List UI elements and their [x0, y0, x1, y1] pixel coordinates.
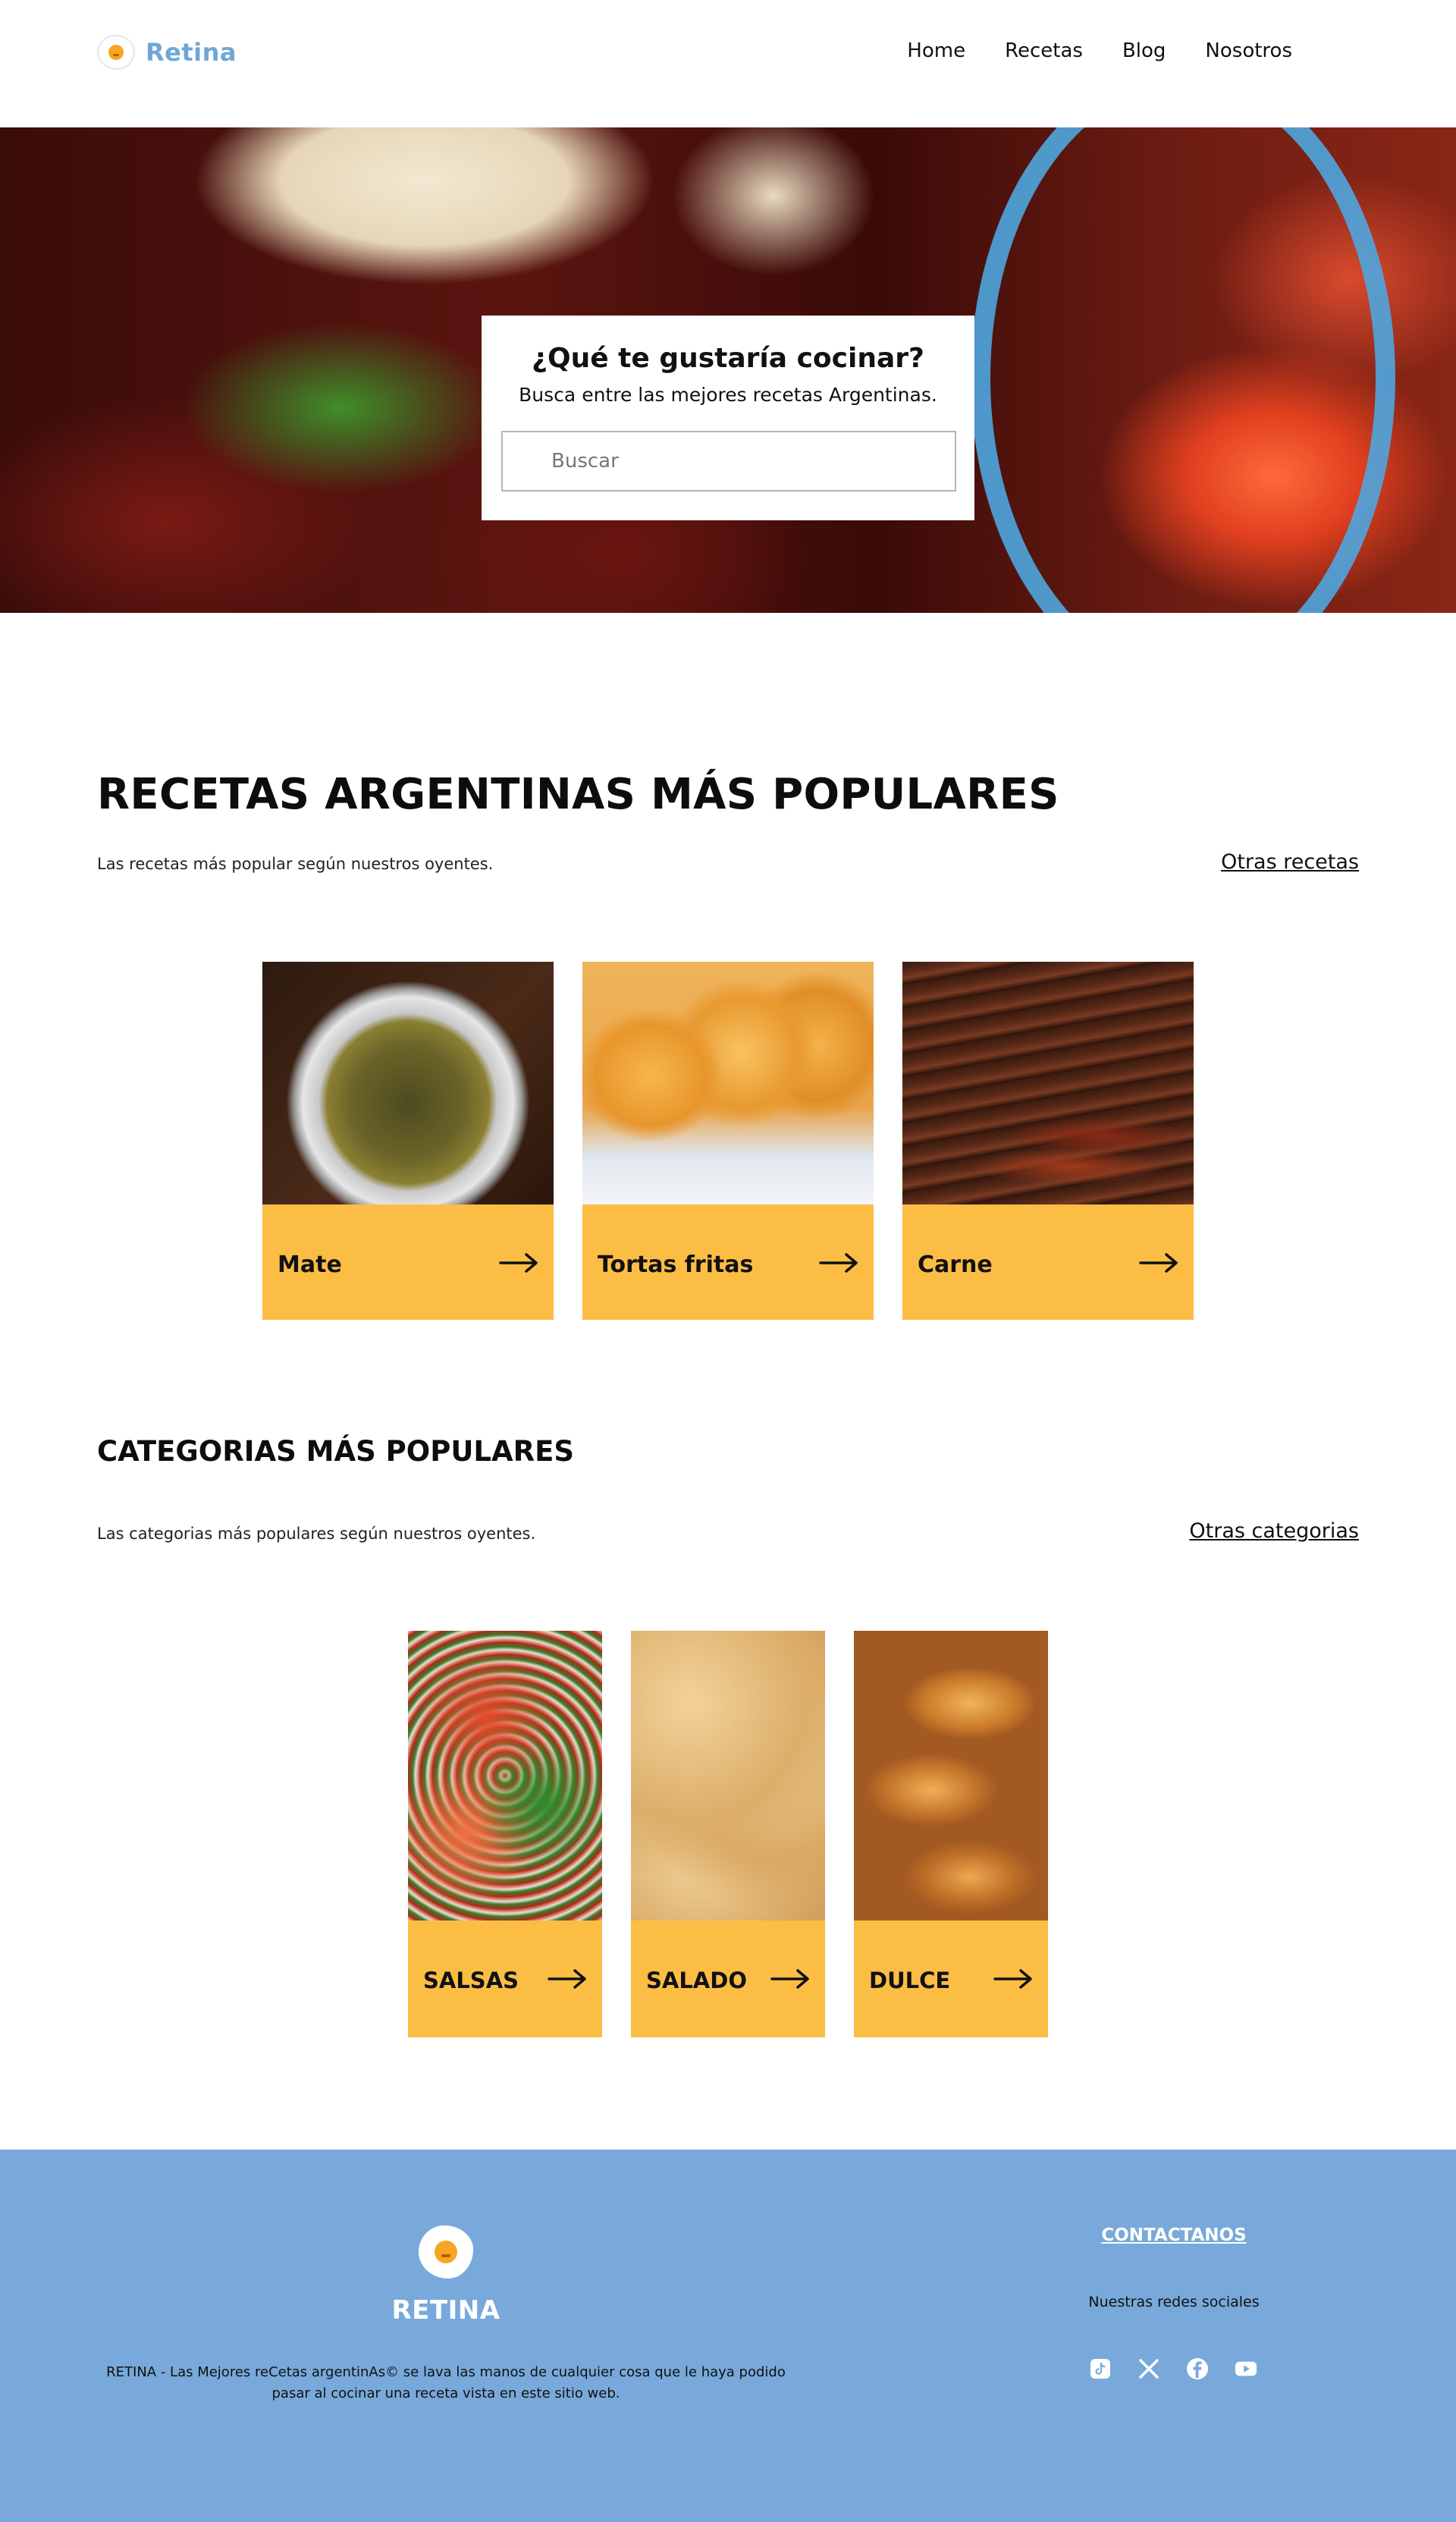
card-label: SALSAS — [423, 1968, 519, 1993]
egg-logo-icon — [97, 35, 135, 70]
dulce-image — [854, 1631, 1048, 1921]
carne-image — [902, 962, 1194, 1204]
category-card-salsas[interactable]: SALSAS — [408, 1631, 602, 2037]
site-header: Retina Home Recetas Blog Nosotros — [0, 0, 1456, 127]
other-categories-link[interactable]: Otras categorias — [1189, 1519, 1359, 1543]
tiktok-icon[interactable] — [1089, 2357, 1112, 2380]
facebook-icon[interactable] — [1186, 2357, 1209, 2380]
popular-recipes-subtitle: Las recetas más popular según nuestros o… — [97, 855, 494, 873]
arrow-right-icon — [819, 1253, 858, 1273]
tortas-fritas-image — [582, 962, 874, 1204]
search-card: ¿Qué te gustaría cocinar? Busca entre la… — [482, 316, 974, 520]
salsas-image — [408, 1631, 602, 1921]
popular-categories-title: CATEGORIAS MÁS POPULARES — [97, 1435, 575, 1468]
popular-categories-subtitle: Las categorias más populares según nuest… — [97, 1525, 536, 1543]
social-icons — [1089, 2357, 1257, 2380]
hero-bowl-image — [971, 127, 1395, 613]
arrow-right-icon — [770, 1969, 809, 1989]
arrow-right-icon — [993, 1969, 1032, 1989]
recipe-card-tortas-fritas[interactable]: Tortas fritas — [582, 962, 874, 1320]
card-label: Mate — [278, 1252, 342, 1278]
card-label: DULCE — [869, 1968, 951, 1993]
youtube-icon[interactable] — [1235, 2357, 1257, 2380]
card-caption: Mate — [262, 1204, 554, 1320]
arrow-right-icon — [548, 1969, 586, 1989]
main-nav: Home Recetas Blog Nosotros — [907, 39, 1292, 62]
x-icon[interactable] — [1138, 2357, 1160, 2380]
social-label: Nuestras redes sociales — [1088, 2294, 1260, 2310]
nav-home[interactable]: Home — [907, 39, 965, 62]
card-caption: Carne — [902, 1204, 1194, 1320]
brand-name: Retina — [146, 38, 237, 67]
arrow-right-icon — [1139, 1253, 1178, 1273]
search-input[interactable] — [503, 432, 955, 490]
arrow-right-icon — [499, 1253, 538, 1273]
site-footer: RETINA RETINA - Las Mejores reCetas arge… — [0, 2150, 1456, 2522]
popular-recipes-title: RECETAS ARGENTINAS MÁS POPULARES — [97, 770, 1059, 819]
card-label: Carne — [918, 1252, 993, 1278]
contact-link[interactable]: CONTACTANOS — [1022, 2225, 1326, 2245]
other-recipes-link[interactable]: Otras recetas — [1221, 850, 1359, 874]
footer-disclaimer: RETINA - Las Mejores reCetas argentinAs©… — [106, 2364, 786, 2401]
hero-banner: ¿Qué te gustaría cocinar? Busca entre la… — [0, 127, 1456, 613]
card-label: SALADO — [646, 1968, 747, 1993]
category-card-dulce[interactable]: DULCE — [854, 1631, 1048, 2037]
category-card-salado[interactable]: SALADO — [631, 1631, 825, 2037]
hero-title: ¿Qué te gustaría cocinar? — [532, 343, 924, 374]
recipe-card-carne[interactable]: Carne — [902, 962, 1194, 1320]
salado-image — [631, 1631, 825, 1921]
card-label: Tortas fritas — [598, 1252, 754, 1278]
mate-image — [262, 962, 554, 1204]
card-caption: SALSAS — [408, 1921, 602, 2037]
nav-blog[interactable]: Blog — [1122, 39, 1166, 62]
hero-subtitle: Busca entre las mejores recetas Argentin… — [519, 384, 937, 406]
nav-recetas[interactable]: Recetas — [1005, 39, 1083, 62]
logo-link[interactable]: Retina — [97, 35, 237, 70]
search-box — [501, 431, 956, 492]
card-caption: DULCE — [854, 1921, 1048, 2037]
card-caption: Tortas fritas — [582, 1204, 874, 1320]
footer-brand: RETINA — [391, 2295, 500, 2326]
card-caption: SALADO — [631, 1921, 825, 2037]
egg-logo-icon — [419, 2225, 473, 2279]
recipe-card-mate[interactable]: Mate — [262, 962, 554, 1320]
nav-nosotros[interactable]: Nosotros — [1205, 39, 1292, 62]
